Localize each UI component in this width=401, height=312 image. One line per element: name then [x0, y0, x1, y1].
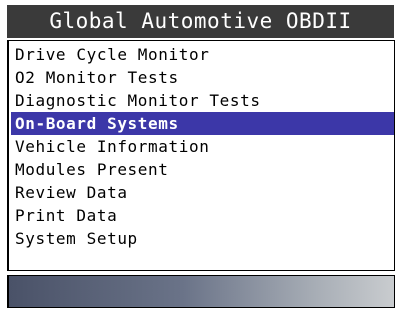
menu-item-on-board-systems[interactable]: On-Board Systems	[11, 112, 394, 135]
scan-tool-screen: Global Automotive OBDII Drive Cycle Moni…	[7, 5, 395, 308]
menu-item-print-data[interactable]: Print Data	[13, 204, 394, 227]
menu-item-diagnostic-monitor-tests[interactable]: Diagnostic Monitor Tests	[13, 89, 394, 112]
menu-item-modules-present[interactable]: Modules Present	[13, 158, 394, 181]
screen-title: Global Automotive OBDII	[7, 5, 394, 38]
menu-item-drive-cycle-monitor[interactable]: Drive Cycle Monitor	[13, 43, 394, 66]
menu-item-system-setup[interactable]: System Setup	[13, 227, 394, 250]
menu-item-vehicle-information[interactable]: Vehicle Information	[13, 135, 394, 158]
menu-item-o2-monitor-tests[interactable]: O2 Monitor Tests	[13, 66, 394, 89]
menu-item-review-data[interactable]: Review Data	[13, 181, 394, 204]
main-menu-list: Drive Cycle Monitor O2 Monitor Tests Dia…	[7, 40, 395, 271]
status-bar	[7, 275, 395, 308]
